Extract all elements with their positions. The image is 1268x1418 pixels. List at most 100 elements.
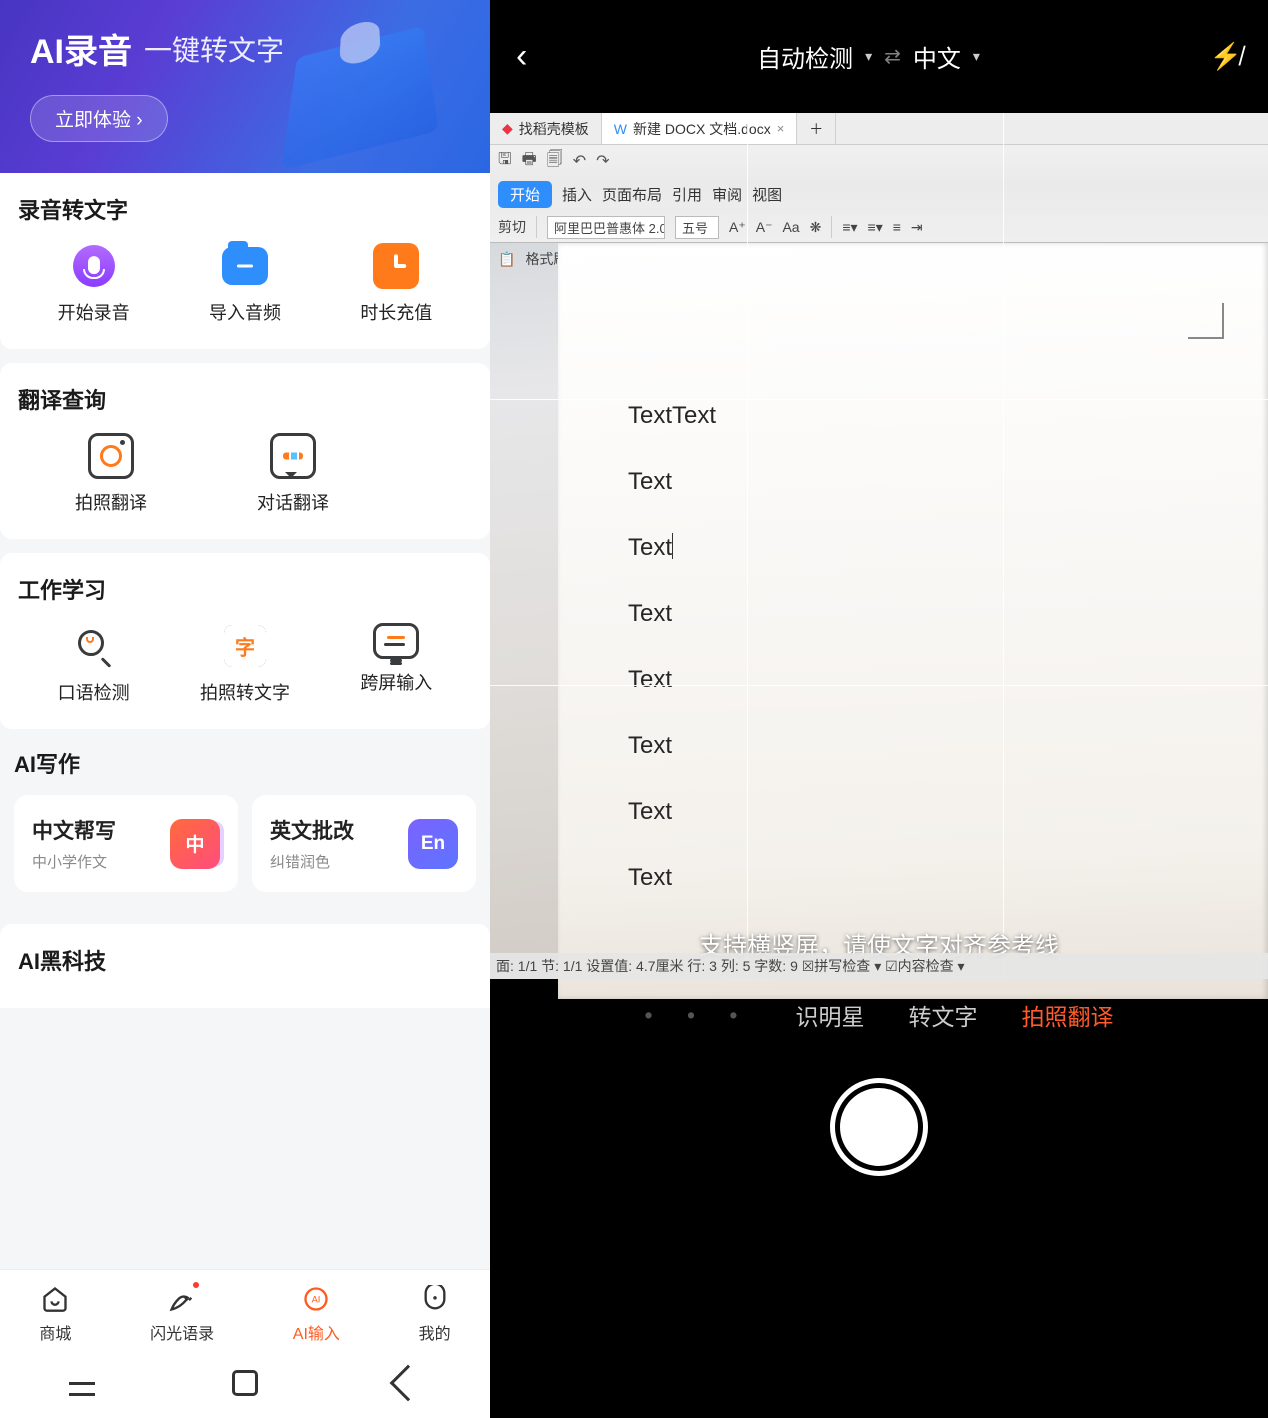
margin-marker-icon	[1188, 303, 1224, 339]
mode-dots-icon: • • •	[645, 1002, 752, 1029]
back-button[interactable]	[390, 1365, 427, 1402]
doc-line: Text	[628, 845, 1238, 911]
camera-icon	[88, 433, 134, 479]
menu-insert: 插入	[562, 184, 592, 205]
shutter-button[interactable]	[835, 1083, 923, 1171]
decrease-font-icon: A⁻	[756, 219, 773, 236]
english-correction-card[interactable]: 英文批改 纠错润色 En	[252, 795, 476, 892]
item-label: 对话翻译	[257, 489, 329, 515]
font-selector: 阿里巴巴普惠体 2.0	[547, 216, 665, 239]
word-status-bar: 面: 1/1 节: 1/1 设置值: 4.7厘米 行: 3 列: 5 字数: 9…	[490, 953, 1268, 979]
redo-icon: ↷	[596, 151, 609, 171]
photo-translate-button[interactable]: 拍照翻译	[52, 433, 170, 515]
nav-label: 商城	[39, 1320, 71, 1344]
lang-to[interactable]: 中文	[913, 39, 961, 74]
template-tab: ◆找稻壳模板	[490, 113, 602, 144]
monitor-icon	[373, 623, 419, 659]
clock-icon	[373, 243, 419, 289]
preview-icon: 🗐	[547, 148, 563, 175]
nav-label: 闪光语录	[150, 1320, 214, 1344]
mode-star[interactable]: 识明星	[795, 998, 864, 1032]
start-record-button[interactable]: 开始录音	[35, 243, 153, 325]
dialog-translate-button[interactable]: 对话翻译	[234, 433, 352, 515]
chevron-down-icon: ▾	[865, 48, 872, 65]
nav-mall[interactable]: 商城	[39, 1284, 71, 1344]
quill-icon	[167, 1284, 197, 1314]
nav-label: AI输入	[293, 1320, 340, 1344]
nav-label: 我的	[419, 1320, 451, 1344]
increase-font-icon: A⁺	[729, 219, 746, 236]
item-label: 口语检测	[58, 679, 130, 705]
lang-from[interactable]: 自动检测	[757, 39, 853, 74]
nav-flash-quotes[interactable]: 闪光语录	[150, 1284, 214, 1344]
document-tab: W新建 DOCX 文档.docx×	[602, 113, 798, 144]
magnifier-icon	[71, 623, 117, 669]
nav-ai-input[interactable]: AI AI输入	[293, 1284, 340, 1344]
swap-icon[interactable]: ⇄	[884, 44, 901, 69]
section-title: 录音转文字	[18, 193, 472, 225]
camera-viewfinder: ◆找稻壳模板 W新建 DOCX 文档.docx× ＋ 🖫 🖶 🗐 ↶ ↷ 开始 …	[490, 113, 1268, 979]
grid-line	[490, 399, 1268, 400]
doc-line: Text	[628, 515, 1238, 581]
menu-view: 视图	[752, 184, 782, 205]
cross-screen-input-button[interactable]: 跨屏输入	[337, 623, 455, 705]
back-icon[interactable]: ‹	[516, 37, 527, 76]
banner-subtitle: 一键转文字	[144, 29, 284, 69]
chevron-down-icon: ▾	[973, 48, 980, 65]
home-button[interactable]	[232, 1370, 258, 1396]
section-title: 工作学习	[18, 573, 472, 605]
ai-record-banner[interactable]: AI录音 一键转文字 立即体验 ›	[0, 0, 490, 173]
doc-line: Text	[628, 713, 1238, 779]
grid-line	[747, 113, 748, 979]
chinese-writing-card[interactable]: 中文帮写 中小学作文 中	[14, 795, 238, 892]
undo-icon: ↶	[573, 151, 586, 171]
list-icon: ≡▾	[842, 219, 857, 236]
section-title: 翻译查询	[18, 383, 472, 415]
chat-icon	[270, 433, 316, 479]
bottom-nav: 商城 闪光语录 AI AI输入 我的	[0, 1269, 490, 1352]
recharge-button[interactable]: 时长充值	[337, 243, 455, 325]
import-audio-button[interactable]: 导入音频	[186, 243, 304, 325]
recents-button[interactable]	[69, 1370, 95, 1396]
section-title: AI写作	[14, 747, 476, 779]
mode-to-text[interactable]: 转文字	[908, 998, 977, 1032]
right-camera-pane: ‹ 自动检测 ▾ ⇄ 中文 ▾ ⚡̸ ◆找稻壳模板 W新建 DOCX 文档.docx…	[490, 0, 1268, 1418]
item-label: 开始录音	[58, 299, 130, 325]
menu-reference: 引用	[672, 184, 702, 205]
notification-dot-icon	[193, 1282, 199, 1288]
chinese-badge-icon: 中	[170, 819, 220, 869]
item-label: 跨屏输入	[360, 669, 432, 695]
language-selector[interactable]: 自动检测 ▾ ⇄ 中文 ▾	[757, 39, 980, 74]
mode-photo-translate[interactable]: 拍照翻译	[1021, 998, 1113, 1032]
font-size-selector: 五号	[675, 216, 719, 239]
section-ai-black-tech: AI黑科技	[0, 924, 490, 1008]
section-audio-to-text: 录音转文字 开始录音 导入音频 时长充值	[0, 173, 490, 349]
scan-text-icon	[222, 623, 268, 669]
try-now-button[interactable]: 立即体验 ›	[30, 95, 168, 142]
photo-to-text-button[interactable]: 拍照转文字	[186, 623, 304, 705]
card-title: 英文批改	[270, 815, 354, 845]
document-page-photo: TextText Text Text Text Text Text Text T…	[558, 243, 1268, 999]
doc-line: TextText	[628, 383, 1238, 449]
section-ai-writing: AI写作 中文帮写 中小学作文 中 英文批改 纠错润色 En	[0, 729, 490, 910]
item-label: 拍照转文字	[200, 679, 290, 705]
close-icon: ×	[777, 121, 785, 136]
system-nav-bar	[0, 1352, 490, 1418]
item-label: 导入音频	[209, 299, 281, 325]
svg-text:AI: AI	[312, 1295, 321, 1305]
flash-off-icon[interactable]: ⚡̸	[1210, 41, 1242, 72]
menu-start: 开始	[498, 181, 552, 208]
text-cursor-icon	[672, 533, 673, 559]
grid-line	[490, 685, 1268, 686]
banner-title: AI录音	[30, 24, 132, 73]
print-icon: 🖶	[522, 148, 537, 175]
nav-mine[interactable]: 我的	[419, 1284, 451, 1344]
item-label: 拍照翻译	[75, 489, 147, 515]
section-work-study: 工作学习 口语检测 拍照转文字 跨屏输入	[0, 553, 490, 729]
grid-line	[1003, 113, 1004, 979]
english-badge-icon: En	[408, 819, 458, 869]
doc-line: Text	[628, 779, 1238, 845]
speech-detect-button[interactable]: 口语检测	[35, 623, 153, 705]
mall-icon	[40, 1284, 70, 1314]
doc-line: Text	[628, 647, 1238, 713]
